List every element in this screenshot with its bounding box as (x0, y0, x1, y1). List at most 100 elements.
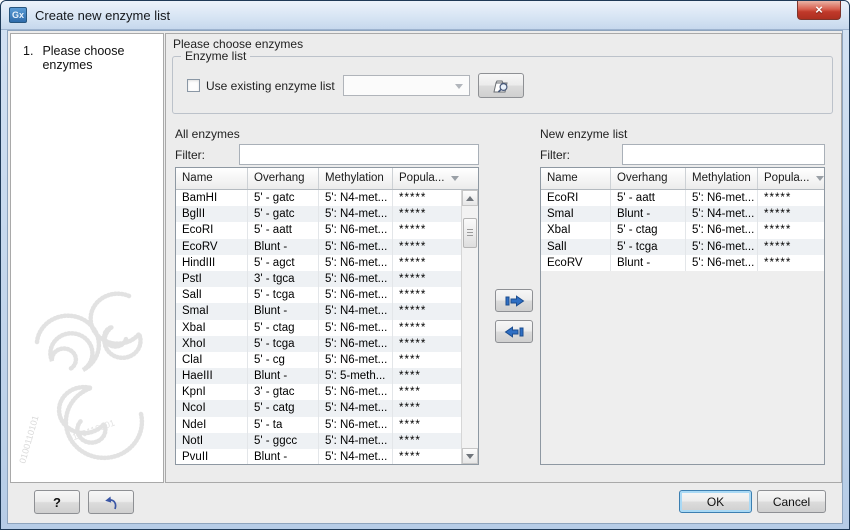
column-header[interactable]: Methylation (319, 168, 393, 189)
table-row[interactable]: PstI3' - tgca5': N6-met...***** (176, 271, 461, 287)
add-enzyme-button[interactable] (495, 289, 533, 312)
table-row[interactable]: ClaI5' - cg5': N6-met...**** (176, 352, 461, 368)
enzyme-list-dropdown[interactable] (343, 75, 470, 96)
use-existing-enzyme-list-checkbox[interactable] (187, 79, 200, 92)
table-cell: **** (393, 400, 461, 416)
scrollbar-up-icon[interactable] (462, 190, 478, 206)
cancel-button[interactable]: Cancel (757, 490, 826, 513)
table-row[interactable]: EcoRI5' - aatt5': N6-met...***** (541, 190, 824, 206)
table-body: BamHI5' - gatc5': N4-met...*****BglII5' … (176, 190, 461, 465)
table-row[interactable]: EcoRI5' - aatt5': N6-met...***** (176, 222, 461, 238)
table-cell: KpnI (176, 384, 248, 400)
arrow-left-icon (503, 325, 526, 339)
column-header[interactable]: Overhang (611, 168, 686, 189)
table-cell: HaeIII (176, 368, 248, 384)
table-cell: PvuII (176, 449, 248, 465)
table-cell: ***** (758, 239, 824, 255)
table-row[interactable]: NotI5' - ggcc5': N4-met...**** (176, 433, 461, 449)
table-row[interactable]: XbaI5' - ctag5': N6-met...***** (541, 222, 824, 238)
new-enzyme-list-title: New enzyme list (540, 127, 627, 141)
table-row[interactable]: SalI5' - tcga5': N6-met...***** (176, 287, 461, 303)
table-row[interactable]: XhoI5' - tcga5': N6-met...***** (176, 336, 461, 352)
sort-indicator-icon (451, 176, 459, 181)
table-row[interactable]: HindIII5' - agct5': N6-met...***** (176, 255, 461, 271)
dialog-footer: ? OK Cancel (8, 481, 842, 523)
table-cell: ***** (393, 336, 461, 352)
table-cell: 5' - aatt (248, 222, 319, 238)
table-cell: NotI (176, 433, 248, 449)
reset-button[interactable] (88, 490, 134, 514)
table-cell: ***** (393, 206, 461, 222)
table-cell: 5': N4-met... (319, 433, 393, 449)
column-header[interactable]: Methylation (686, 168, 758, 189)
table-row[interactable]: SalI5' - tcga5': N6-met...***** (541, 239, 824, 255)
close-icon[interactable]: × (797, 1, 841, 20)
column-header[interactable]: Name (541, 168, 611, 189)
table-row[interactable]: PvuIIBlunt -5': N4-met...**** (176, 449, 461, 465)
table-cell: ***** (393, 287, 461, 303)
wizard-sidebar: 1. Please choose enzymes 0100110101 0100… (10, 33, 164, 483)
scrollbar-down-icon[interactable] (462, 448, 478, 464)
all-enzymes-filter-input[interactable] (239, 144, 479, 165)
table-row[interactable]: EcoRVBlunt -5': N6-met...***** (541, 255, 824, 271)
table-cell: XbaI (176, 320, 248, 336)
new-enzyme-list-table: NameOverhangMethylationPopula... EcoRI5'… (540, 167, 825, 465)
table-cell: ***** (393, 303, 461, 319)
all-enzymes-table: NameOverhangMethylationPopula... BamHI5'… (175, 167, 479, 465)
column-header[interactable]: Popula... (758, 168, 824, 189)
table-cell: XbaI (541, 222, 611, 238)
table-row[interactable]: EcoRVBlunt -5': N6-met...***** (176, 239, 461, 255)
table-cell: 5': N6-met... (686, 255, 758, 271)
table-cell: 5': N6-met... (686, 239, 758, 255)
table-cell: Blunt - (611, 255, 686, 271)
table-cell: ***** (758, 190, 824, 206)
table-cell: 3' - gtac (248, 384, 319, 400)
titlebar[interactable]: Gx Create new enzyme list × (1, 1, 849, 30)
wizard-page: Please choose enzymes Enzyme list Use ex… (165, 33, 842, 483)
column-header[interactable]: Overhang (248, 168, 319, 189)
table-cell: HindIII (176, 255, 248, 271)
chevron-down-icon (455, 84, 463, 89)
column-header[interactable]: Name (176, 168, 248, 189)
remove-enzyme-button[interactable] (495, 320, 533, 343)
column-header[interactable]: Popula... (393, 168, 478, 189)
table-cell: ***** (758, 255, 824, 271)
vertical-scrollbar[interactable] (461, 190, 478, 464)
table-cell: ***** (393, 190, 461, 206)
table-row[interactable]: BamHI5' - gatc5': N4-met...***** (176, 190, 461, 206)
table-cell: ***** (393, 222, 461, 238)
table-cell: 5': N4-met... (319, 206, 393, 222)
table-cell: 3' - tgca (248, 271, 319, 287)
table-header-row: NameOverhangMethylationPopula... (176, 168, 478, 190)
table-cell: SalI (541, 239, 611, 255)
ok-button[interactable]: OK (679, 490, 752, 513)
browse-enzyme-list-button[interactable] (478, 73, 524, 98)
scrollbar-thumb[interactable] (463, 218, 477, 248)
table-cell: 5' - ctag (611, 222, 686, 238)
table-row[interactable]: NdeI5' - ta5': N6-met...**** (176, 417, 461, 433)
all-enzymes-filter-label: Filter: (175, 148, 239, 162)
table-cell: ***** (393, 271, 461, 287)
table-cell: PstI (176, 271, 248, 287)
table-row[interactable]: SmaIBlunt -5': N4-met...***** (541, 206, 824, 222)
wizard-step-1[interactable]: 1. Please choose enzymes (11, 34, 163, 72)
table-cell: **** (393, 384, 461, 400)
table-row[interactable]: KpnI3' - gtac5': N6-met...**** (176, 384, 461, 400)
help-button[interactable]: ? (34, 490, 80, 514)
table-cell: 5': N6-met... (686, 190, 758, 206)
new-enzyme-list-filter-input[interactable] (622, 144, 825, 165)
table-row[interactable]: BglII5' - gatc5': N4-met...***** (176, 206, 461, 222)
step-label: Please choose enzymes (42, 44, 159, 72)
dialog-surface: 1. Please choose enzymes 0100110101 0100… (7, 30, 843, 524)
table-cell: ***** (393, 239, 461, 255)
table-row[interactable]: XbaI5' - ctag5': N6-met...***** (176, 320, 461, 336)
table-row[interactable]: NcoI5' - catg5': N4-met...**** (176, 400, 461, 416)
table-row[interactable]: HaeIIIBlunt -5': 5-meth...**** (176, 368, 461, 384)
table-cell: 5' - catg (248, 400, 319, 416)
arrow-right-icon (503, 294, 526, 308)
table-cell: 5' - tcga (611, 239, 686, 255)
table-row[interactable]: SmaIBlunt -5': N4-met...***** (176, 303, 461, 319)
table-cell: Blunt - (248, 239, 319, 255)
table-cell: 5' - ggcc (248, 433, 319, 449)
undo-arrow-icon (102, 494, 120, 511)
